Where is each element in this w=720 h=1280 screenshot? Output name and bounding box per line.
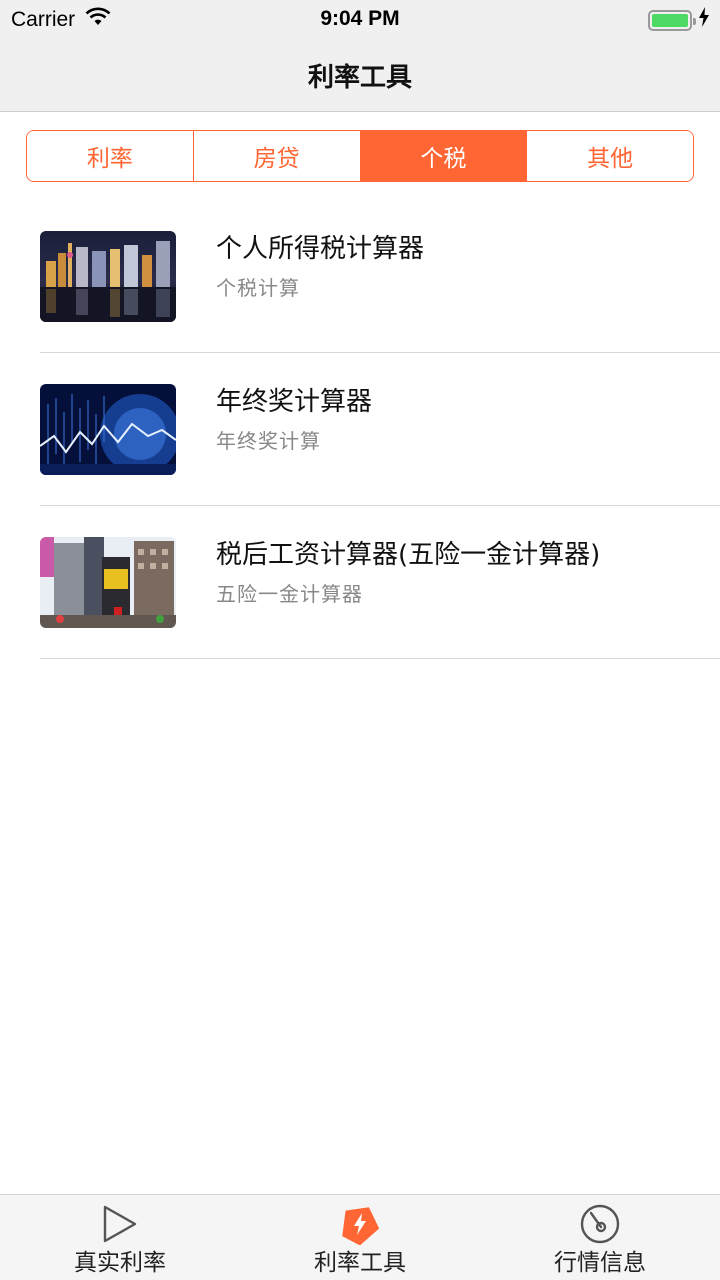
item-title: 税后工资计算器(五险一金计算器) <box>216 540 601 570</box>
item-title: 年终奖计算器 <box>216 387 373 417</box>
status-bar: Carrier 9:04 PM <box>0 0 720 40</box>
tab-bar: 真实利率 利率工具 行情信息 <box>0 1194 720 1280</box>
tab-rate-tools[interactable]: 利率工具 <box>240 1195 480 1280</box>
segment-other[interactable]: 其他 <box>527 131 693 181</box>
battery-cap <box>693 17 696 25</box>
tab-label: 真实利率 <box>74 1250 166 1276</box>
item-subtitle: 个税计算 <box>216 276 300 300</box>
city-street-photo <box>40 537 176 628</box>
tab-label: 利率工具 <box>314 1250 406 1276</box>
nav-bar: 利率工具 <box>0 40 720 112</box>
city-night-photo <box>40 231 176 322</box>
play-icon <box>99 1203 141 1245</box>
stock-chart-photo <box>40 384 176 475</box>
battery-fill <box>652 13 688 27</box>
tab-market-info[interactable]: 行情信息 <box>480 1195 720 1280</box>
charging-icon <box>698 7 710 33</box>
battery-icon <box>648 9 696 31</box>
divider <box>40 658 720 659</box>
tab-real-rate[interactable]: 真实利率 <box>0 1195 240 1280</box>
status-time: 9:04 PM <box>320 7 400 30</box>
segment-income-tax[interactable]: 个税 <box>360 131 528 181</box>
list-item-after-tax-salary-calculator[interactable]: 税后工资计算器(五险一金计算器) 五险一金计算器 <box>0 506 720 659</box>
screen: Carrier 9:04 PM 利率工具 利率 房贷 个税 其他 个人所得税计算… <box>0 0 720 1280</box>
item-subtitle: 五险一金计算器 <box>216 582 363 606</box>
segment-mortgage[interactable]: 房贷 <box>193 131 361 181</box>
tab-label: 行情信息 <box>554 1250 646 1276</box>
list-item-year-end-bonus-calculator[interactable]: 年终奖计算器 年终奖计算 <box>0 353 720 506</box>
calculator-list: 个人所得税计算器 个税计算 年终奖计算器 年终奖计算 税后工资计算器(五险一金计… <box>0 200 720 659</box>
status-right <box>648 7 710 33</box>
category-segmented-control: 利率 房贷 个税 其他 <box>26 130 694 182</box>
item-title: 个人所得税计算器 <box>216 234 425 264</box>
gauge-icon <box>579 1203 621 1245</box>
list-item-income-tax-calculator[interactable]: 个人所得税计算器 个税计算 <box>0 200 720 353</box>
segment-rate[interactable]: 利率 <box>27 131 194 181</box>
lightning-tag-icon <box>339 1203 381 1246</box>
page-title: 利率工具 <box>307 63 412 93</box>
item-subtitle: 年终奖计算 <box>216 429 321 453</box>
